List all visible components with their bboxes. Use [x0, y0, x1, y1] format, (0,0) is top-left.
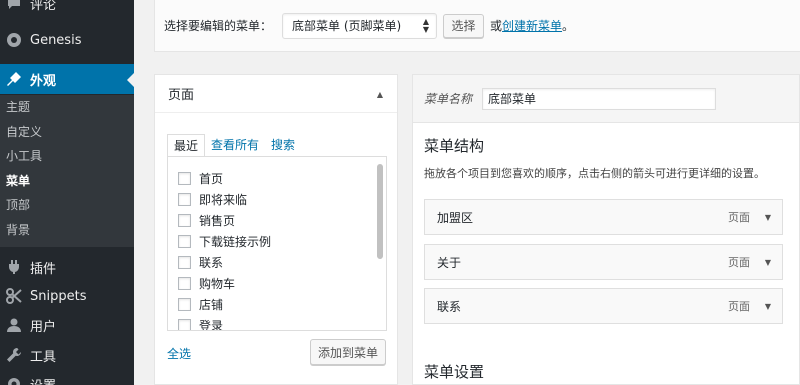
menu-editor-panel: 菜单名称 底部菜单 菜单结构 拖放各个项目到您喜欢的顺序，点击右侧的箭头可进行更… [412, 74, 800, 385]
checkbox[interactable] [178, 192, 191, 206]
menu-item-label: 加盟区 [437, 210, 474, 225]
admin-sidebar: 评论 Genesis 外观 主题 自定义 小工具 菜单 顶部 背景 插件 Sni… [0, 0, 134, 385]
menu-item-label: 关于 [437, 255, 462, 270]
checkbox[interactable] [178, 213, 191, 227]
menu-item[interactable]: 关于 页面 ▼ [424, 244, 783, 280]
list-item[interactable]: 登录 [178, 315, 224, 331]
expand-arrow-icon[interactable]: ▼ [765, 302, 771, 311]
checkbox[interactable] [178, 318, 191, 330]
comments-icon [6, 0, 22, 11]
sidebar-item-settings[interactable]: 设置 [0, 369, 134, 385]
menu-select-value: 底部菜单 (页脚菜单) [292, 19, 402, 33]
select-arrows-icon: ▲ ▼ [422, 16, 430, 34]
sidebar-item-label: 设置 [30, 375, 56, 385]
submenu-item-customize[interactable]: 自定义 [0, 120, 134, 145]
sidebar-item-label: Genesis [30, 32, 82, 48]
submenu-item-header[interactable]: 顶部 [0, 193, 134, 218]
list-item-label: 联系 [199, 255, 224, 270]
menu-item-type: 页面 [728, 256, 750, 269]
sidebar-item-comments[interactable]: 评论 [0, 0, 134, 18]
sidebar-item-label: 用户 [30, 319, 57, 335]
menu-item-type: 页面 [728, 300, 750, 313]
select-menu-label: 选择要编辑的菜单： [164, 19, 273, 33]
sidebar-item-snippets[interactable]: Snippets [0, 281, 134, 311]
tab-view-all[interactable]: 查看所有 [205, 134, 265, 157]
menu-structure-description: 拖放各个项目到您喜欢的顺序，点击右侧的箭头可进行更详细的设置。 [424, 167, 765, 180]
genesis-icon [6, 32, 22, 48]
list-item-label: 购物车 [199, 276, 236, 291]
list-item[interactable]: 店铺 [178, 294, 223, 314]
select-all-link[interactable]: 全选 [167, 345, 191, 362]
menu-item-label: 联系 [437, 299, 462, 314]
list-item-label: 店铺 [199, 297, 224, 312]
scrollbar-thumb[interactable] [377, 164, 383, 259]
menu-settings-title: 菜单设置 [424, 363, 485, 381]
pages-checklist: 首页 即将来临 销售页 下载链接示例 联系 购物车 店铺 登录 [167, 156, 387, 331]
create-menu-link[interactable]: 创建新菜单 [502, 17, 562, 34]
sidebar-item-label: 外观 [30, 73, 57, 89]
pages-panel-title: 页面 [168, 88, 195, 103]
list-item-label: 即将来临 [199, 192, 248, 207]
collapse-arrow-icon[interactable]: ▲ [377, 90, 383, 99]
menu-structure-title: 菜单结构 [424, 137, 485, 155]
sidebar-item-plugins[interactable]: 插件 [0, 252, 134, 282]
appearance-icon [6, 71, 22, 87]
tools-icon [6, 347, 22, 363]
sidebar-item-label: 插件 [30, 261, 57, 277]
expand-arrow-icon[interactable]: ▼ [765, 213, 771, 222]
sidebar-item-tools[interactable]: 工具 [0, 340, 134, 370]
scrollbar[interactable] [376, 159, 384, 327]
tab-recent[interactable]: 最近 [167, 134, 206, 157]
users-icon [6, 317, 22, 333]
list-item[interactable]: 下载链接示例 [178, 231, 271, 251]
menu-name-input[interactable]: 底部菜单 [482, 87, 717, 110]
submenu-item-menus[interactable]: 菜单 [0, 169, 134, 194]
menu-item[interactable]: 联系 页面 ▼ [424, 288, 783, 324]
select-button[interactable]: 选择 [443, 13, 485, 38]
settings-icon [6, 376, 22, 385]
list-item[interactable]: 首页 [178, 168, 223, 188]
period-text: 。 [562, 19, 575, 33]
pages-tabs: 最近 查看所有 搜索 [167, 134, 301, 157]
or-text: 或 [490, 19, 503, 33]
menu-select-bar: 选择要编辑的菜单： 底部菜单 (页脚菜单) ▲ ▼ 选择 或 创建新菜单 。 [154, 0, 800, 52]
menu-name-label: 菜单名称 [424, 92, 473, 106]
sidebar-item-label: 工具 [30, 349, 57, 365]
list-item-label: 销售页 [199, 213, 236, 228]
sidebar-item-label: Snippets [30, 288, 87, 304]
tab-search[interactable]: 搜索 [265, 134, 301, 157]
checkbox[interactable] [178, 255, 191, 269]
checkbox[interactable] [178, 234, 191, 248]
active-indicator [127, 73, 134, 87]
menu-name-header: 菜单名称 底部菜单 [413, 75, 799, 123]
submenu-item-background[interactable]: 背景 [0, 218, 134, 243]
pages-panel-header[interactable]: 页面 ▲ [155, 75, 397, 113]
expand-arrow-icon[interactable]: ▼ [765, 258, 771, 267]
list-item[interactable]: 销售页 [178, 210, 235, 230]
add-to-menu-button[interactable]: 添加到菜单 [310, 339, 386, 365]
snippets-icon [6, 288, 22, 304]
list-item-label: 登录 [199, 318, 224, 331]
sidebar-item-label: 评论 [30, 0, 57, 13]
sidebar-item-users[interactable]: 用户 [0, 310, 134, 340]
list-item-label: 下载链接示例 [199, 234, 272, 249]
menu-item-type: 页面 [728, 211, 750, 224]
submenu-item-themes[interactable]: 主题 [0, 95, 134, 120]
plugins-icon [6, 259, 22, 275]
checkbox[interactable] [178, 171, 191, 185]
list-item[interactable]: 联系 [178, 252, 223, 272]
list-item[interactable]: 即将来临 [178, 189, 247, 209]
list-item[interactable]: 购物车 [178, 273, 235, 293]
list-item-label: 首页 [199, 171, 224, 186]
checkbox[interactable] [178, 276, 191, 290]
pages-panel: 页面 ▲ 最近 查看所有 搜索 首页 即将来临 销售页 下载链接示例 联系 购物… [154, 74, 398, 385]
menu-item[interactable]: 加盟区 页面 ▼ [424, 199, 783, 235]
sidebar-item-appearance[interactable]: 外观 [0, 64, 134, 94]
menu-select[interactable]: 底部菜单 (页脚菜单) ▲ ▼ [282, 12, 438, 39]
checkbox[interactable] [178, 297, 191, 311]
submenu-item-widgets[interactable]: 小工具 [0, 144, 134, 169]
appearance-submenu: 主题 自定义 小工具 菜单 顶部 背景 [0, 95, 134, 247]
sidebar-item-genesis[interactable]: Genesis [0, 25, 134, 55]
